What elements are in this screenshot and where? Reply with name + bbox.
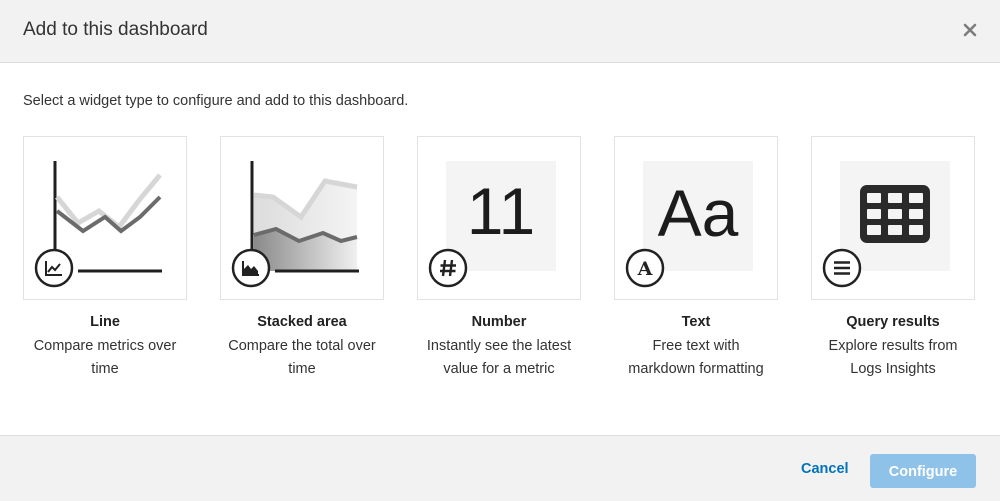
letter-a-icon: A xyxy=(625,248,665,288)
number-preview-text: 11 xyxy=(466,174,536,248)
widget-description-line: Free text with xyxy=(652,338,740,354)
list-icon xyxy=(822,248,862,288)
widget-tile-number[interactable]: 11 xyxy=(417,136,581,300)
widget-option-text[interactable]: Aa A Text Free text with markdown format… xyxy=(614,136,778,381)
add-widget-modal: Add to this dashboard Select a widget ty… xyxy=(0,0,1000,501)
widget-tile-stacked-area[interactable] xyxy=(220,136,384,300)
hash-icon xyxy=(428,248,468,288)
widget-tile-text[interactable]: Aa A xyxy=(614,136,778,300)
widget-name: Text xyxy=(681,314,711,330)
widget-description-line: Instantly see the latest xyxy=(426,338,572,354)
widget-name: Query results xyxy=(846,314,940,330)
widget-name: Stacked area xyxy=(257,314,347,330)
widget-tile-query-results[interactable] xyxy=(811,136,975,300)
instruction-text: Select a widget type to configure and ad… xyxy=(23,93,409,109)
widget-description-line: value for a metric xyxy=(443,361,555,377)
text-preview-text: Aa xyxy=(657,176,739,250)
widget-option-line[interactable]: Line Compare metrics over time xyxy=(23,136,187,381)
svg-text:A: A xyxy=(637,258,653,280)
widget-description-line: Explore results from xyxy=(828,338,958,354)
widget-description-line: time xyxy=(91,361,119,377)
widget-name: Line xyxy=(90,314,120,330)
widget-name: Number xyxy=(471,314,527,330)
area-chart-icon xyxy=(231,248,271,288)
cancel-button[interactable]: Cancel xyxy=(801,461,849,477)
widget-description: Free text with markdown formatting xyxy=(614,335,778,381)
widget-description-line: time xyxy=(288,361,316,377)
widget-description-line: Logs Insights xyxy=(850,361,936,377)
widget-description-line: markdown formatting xyxy=(628,361,764,377)
widget-option-query-results[interactable]: Query results Explore results from Logs … xyxy=(811,136,975,381)
widget-description-line: Compare metrics over xyxy=(33,338,177,354)
widget-description: Compare the total over time xyxy=(220,335,384,381)
line-chart-icon xyxy=(34,248,74,288)
widget-option-stacked-area[interactable]: Stacked area Compare the total over time xyxy=(220,136,384,381)
configure-button[interactable]: Configure xyxy=(870,454,976,488)
widget-option-number[interactable]: 11 Number Instantly see the latest value… xyxy=(417,136,581,381)
widget-description: Explore results from Logs Insights xyxy=(811,335,975,381)
modal-footer: Cancel Configure xyxy=(0,435,1000,501)
modal-title: Add to this dashboard xyxy=(23,19,208,40)
widget-type-list: Line Compare metrics over time Stacked a… xyxy=(23,136,976,386)
widget-description: Instantly see the latest value for a met… xyxy=(417,335,581,381)
widget-description-line: Compare the total over xyxy=(228,338,376,354)
widget-tile-line[interactable] xyxy=(23,136,187,300)
modal-header: Add to this dashboard xyxy=(0,0,1000,63)
close-icon[interactable] xyxy=(962,22,978,38)
widget-description: Compare metrics over time xyxy=(23,335,187,381)
